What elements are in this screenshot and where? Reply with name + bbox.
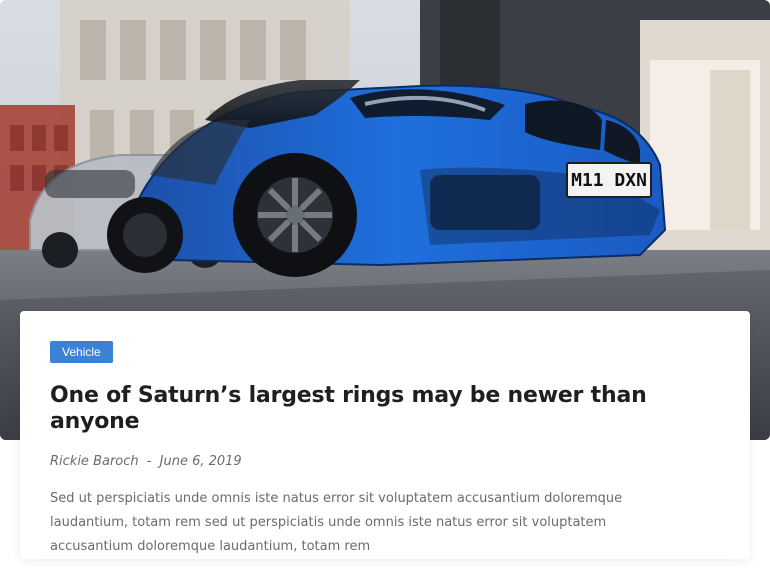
license-plate-text: M11 DXN	[571, 170, 647, 191]
post-card: Vehicle One of Saturn’s largest rings ma…	[20, 311, 750, 559]
post-date: June 6, 2019	[159, 453, 242, 469]
post-meta: Rickie Baroch - June 6, 2019	[50, 454, 720, 469]
meta-separator: -	[146, 453, 152, 469]
post-excerpt: Sed ut perspiciatis unde omnis iste natu…	[50, 490, 623, 554]
post-title[interactable]: One of Saturn’s largest rings may be new…	[50, 383, 720, 436]
author-name[interactable]: Rickie Baroch	[50, 454, 139, 469]
category-badge[interactable]: Vehicle	[50, 341, 113, 363]
